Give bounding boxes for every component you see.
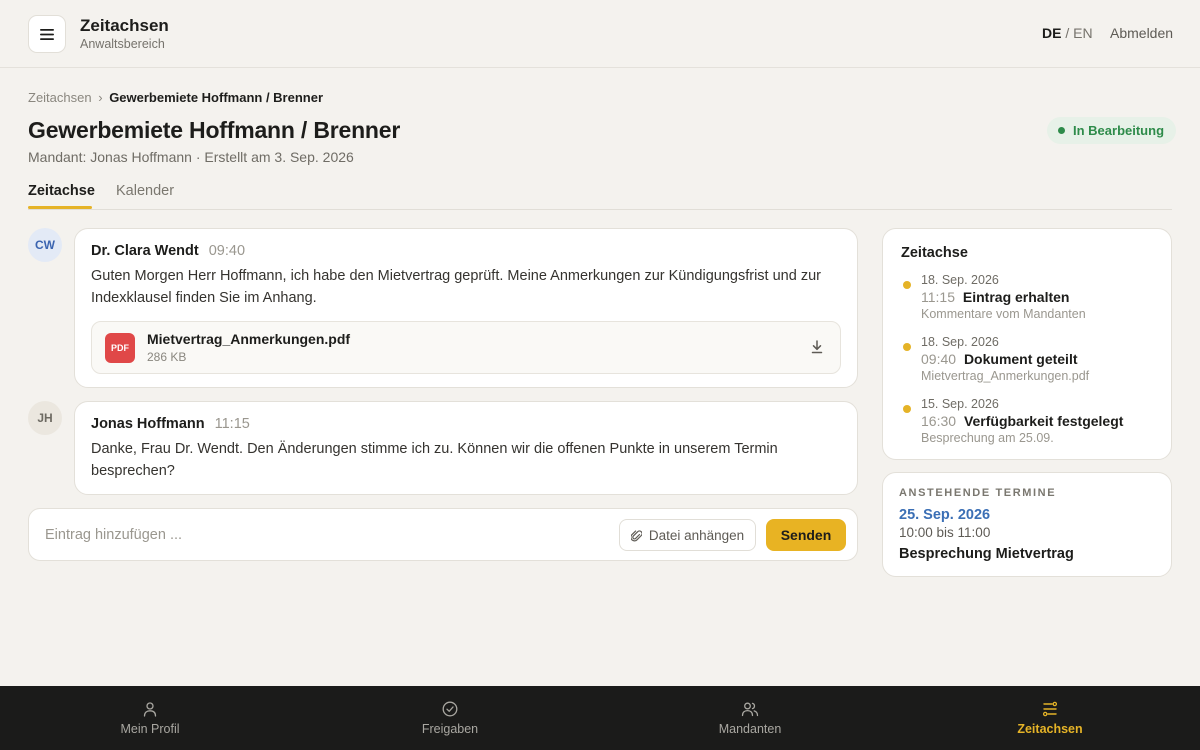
check-circle-icon bbox=[442, 701, 458, 716]
timeline-dot-icon bbox=[903, 281, 911, 289]
timeline-title: Zeitachse bbox=[901, 245, 968, 261]
message-header: Dr. Clara Wendt 09:40 bbox=[91, 243, 245, 259]
brand: Zeitachsen Anwaltsbereich bbox=[80, 16, 169, 52]
message-card: Dr. Clara Wendt 09:40 Guten Morgen Herr … bbox=[74, 228, 858, 388]
timeline-time: 16:30 bbox=[921, 413, 957, 429]
timeline-event-title: Dokument geteilt bbox=[963, 351, 1078, 367]
nav-label: Mein Profil bbox=[120, 721, 180, 736]
timeline-list-icon bbox=[1042, 701, 1058, 716]
attachment-size: 286 KB bbox=[147, 350, 187, 364]
nav-item-zeitachsen[interactable]: Zeitachsen bbox=[900, 686, 1200, 750]
timeline-line: 11:15 Eintrag erhalten bbox=[921, 289, 1069, 305]
upcoming-label: ANSTEHENDE TERMINE bbox=[899, 487, 1057, 499]
attach-file-label: Datei anhängen bbox=[648, 527, 745, 543]
message-time: 09:40 bbox=[208, 243, 246, 259]
attachment[interactable]: PDF Mietvertrag_Anmerkungen.pdf 286 KB bbox=[91, 321, 841, 374]
lang-de[interactable]: DE bbox=[1042, 25, 1061, 41]
nav-item-mandanten[interactable]: Mandanten bbox=[600, 686, 900, 750]
composer: Datei anhängen Senden bbox=[28, 508, 858, 561]
timeline-event-title: Eintrag erhalten bbox=[962, 289, 1070, 305]
timeline-line: 16:30 Verfügbarkeit festgelegt bbox=[921, 413, 1123, 429]
send-button[interactable]: Senden bbox=[766, 519, 846, 551]
active-tab-indicator bbox=[28, 206, 92, 209]
attach-file-button[interactable]: Datei anhängen bbox=[619, 519, 756, 551]
entry-input[interactable] bbox=[45, 523, 605, 547]
timeline-description: Besprechung am 25.09. bbox=[921, 431, 1054, 445]
message-text: Danke, Frau Dr. Wendt. Den Änderungen st… bbox=[91, 441, 778, 479]
nav-item-mein-profil[interactable]: Mein Profil bbox=[0, 686, 300, 750]
upcoming-time: 10:00 bis 11:00 bbox=[899, 525, 991, 540]
timeline-date: 15. Sep. 2026 bbox=[921, 397, 999, 411]
app-title: Zeitachsen bbox=[80, 16, 169, 35]
message-card: Jonas Hoffmann 11:15 Danke, Frau Dr. Wen… bbox=[74, 401, 858, 495]
nav-label: Mandanten bbox=[718, 721, 782, 736]
timeline-time: 09:40 bbox=[921, 351, 957, 367]
status-label: In Bearbeitung bbox=[1073, 123, 1165, 138]
upcoming-title: Besprechung Mietvertrag bbox=[899, 546, 1074, 562]
logout-link[interactable]: Abmelden bbox=[1110, 25, 1173, 41]
hamburger-icon bbox=[40, 28, 54, 40]
timeline-description: Mietvertrag_Anmerkungen.pdf bbox=[921, 369, 1090, 383]
timeline-description: Kommentare vom Mandanten bbox=[921, 307, 1086, 321]
breadcrumb: Zeitachsen › Gewerbemiete Hoffmann / Bre… bbox=[28, 90, 323, 105]
tab-bar: Zeitachse Kalender bbox=[28, 180, 1172, 210]
lang-en[interactable]: EN bbox=[1073, 25, 1092, 41]
timeline-date: 18. Sep. 2026 bbox=[921, 273, 999, 287]
avatar: CW bbox=[28, 228, 62, 262]
breadcrumb-separator: › bbox=[98, 90, 103, 105]
download-icon[interactable] bbox=[811, 340, 823, 359]
message-author: Dr. Clara Wendt bbox=[91, 243, 199, 259]
avatar: JH bbox=[28, 401, 62, 435]
timeline-line: 09:40 Dokument geteilt bbox=[921, 351, 1078, 367]
top-bar: Zeitachsen Anwaltsbereich DE / EN Abmeld… bbox=[0, 0, 1200, 68]
upcoming-appointments-panel: ANSTEHENDE TERMINE 25. Sep. 2026 10:00 b… bbox=[882, 472, 1172, 577]
status-badge: In Bearbeitung bbox=[1047, 117, 1177, 144]
menu-button[interactable] bbox=[28, 15, 66, 53]
upcoming-date[interactable]: 25. Sep. 2026 bbox=[899, 507, 990, 523]
pdf-file-icon: PDF bbox=[105, 333, 135, 363]
lang-separator: / bbox=[1065, 25, 1070, 41]
timeline-dot-icon bbox=[903, 343, 911, 351]
bottom-nav: Mein Profil Freigaben Mandanten Zeitachs… bbox=[0, 686, 1200, 750]
status-dot-icon bbox=[1058, 127, 1065, 134]
language-switcher: DE / EN bbox=[1042, 25, 1093, 41]
app-subtitle: Anwaltsbereich bbox=[80, 37, 165, 51]
paperclip-icon bbox=[630, 529, 642, 541]
timeline-event-title: Verfügbarkeit festgelegt bbox=[963, 413, 1124, 429]
breadcrumb-root[interactable]: Zeitachsen bbox=[28, 90, 92, 105]
nav-label: Freigaben bbox=[421, 721, 479, 736]
timeline-dot-icon bbox=[903, 405, 911, 413]
timeline-date: 18. Sep. 2026 bbox=[921, 335, 999, 349]
message-author: Jonas Hoffmann bbox=[91, 416, 205, 432]
page-meta: Mandant: Jonas Hoffmann · Erstellt am 3.… bbox=[28, 149, 354, 165]
nav-label: Zeitachsen bbox=[1017, 721, 1083, 736]
nav-item-freigaben[interactable]: Freigaben bbox=[300, 686, 600, 750]
tab-kalender[interactable]: Kalender bbox=[116, 183, 174, 199]
timeline-panel: Zeitachse 18. Sep. 2026 11:15 Eintrag er… bbox=[882, 228, 1172, 460]
tab-zeitachse[interactable]: Zeitachse bbox=[28, 183, 95, 199]
user-icon bbox=[143, 701, 157, 717]
timeline-time: 11:15 bbox=[921, 289, 955, 305]
message-text: Guten Morgen Herr Hoffmann, ich habe den… bbox=[91, 268, 821, 306]
breadcrumb-current: Gewerbemiete Hoffmann / Brenner bbox=[109, 90, 324, 105]
page-title: Gewerbemiete Hoffmann / Brenner bbox=[28, 117, 401, 143]
message-header: Jonas Hoffmann 11:15 bbox=[91, 416, 250, 432]
users-icon bbox=[741, 702, 759, 716]
message-time: 11:15 bbox=[214, 416, 250, 432]
attachment-name[interactable]: Mietvertrag_Anmerkungen.pdf bbox=[147, 331, 350, 347]
